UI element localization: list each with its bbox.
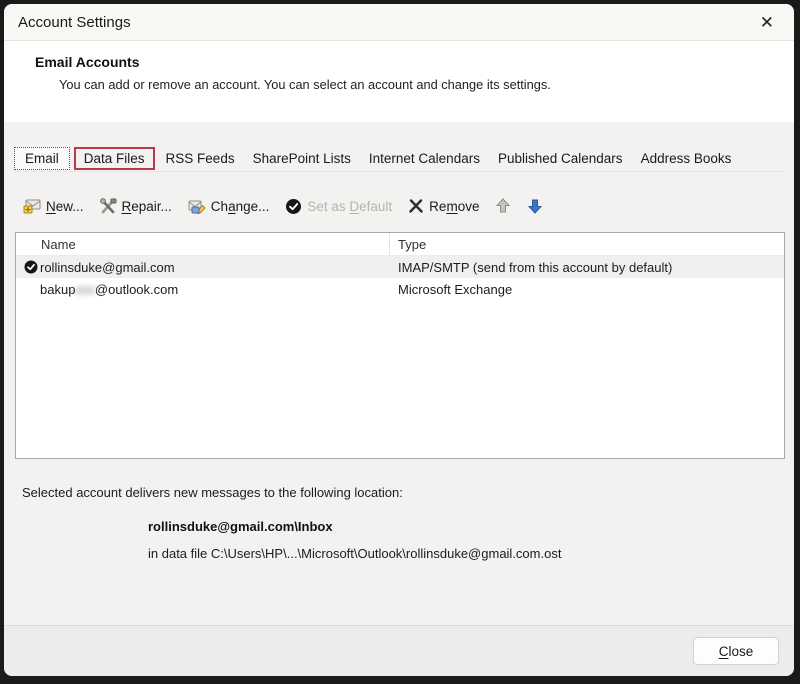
table-row[interactable]: rollinsduke@gmail.com IMAP/SMTP (send fr… [16,256,784,278]
section-title: Email Accounts [35,54,140,70]
default-account-check-icon [22,260,40,274]
dialog-header: Email Accounts You can add or remove an … [4,41,794,122]
account-name: bakupxxx@outlook.com [40,281,179,297]
column-header-type[interactable]: Type [390,233,784,255]
set-as-default-button[interactable]: Set as Default [285,198,392,215]
account-settings-dialog: Account Settings ✕ Email Accounts You ca… [4,4,794,676]
account-type: IMAP/SMTP (send from this account by def… [398,259,673,275]
delivery-location-value: rollinsduke@gmail.com\Inbox [148,519,333,534]
column-header-name[interactable]: Name [16,233,391,255]
remove-button[interactable]: Remove [408,199,479,214]
new-account-icon [23,199,41,214]
table-row[interactable]: bakupxxx@outlook.com Microsoft Exchange [16,278,784,300]
change-button[interactable]: Change... [188,199,269,214]
window-title: Account Settings [18,13,131,31]
accounts-table: Name Type rollinsduke@gmail.com IMAP/SMT… [15,232,785,459]
redacted-text: xxx [75,281,95,297]
repair-button[interactable]: Repair... [99,198,172,214]
tab-published-calendars[interactable]: Published Calendars [489,147,632,170]
repair-icon [99,198,117,214]
set-default-icon [285,198,302,215]
dialog-footer: Close [4,625,794,676]
tab-internet-calendars[interactable]: Internet Calendars [360,147,489,170]
table-header: Name Type [16,233,784,256]
remove-icon [408,199,424,213]
change-icon [188,199,206,214]
data-file-path: in data file C:\Users\HP\...\Microsoft\O… [148,546,562,561]
account-type: Microsoft Exchange [398,281,513,297]
screen: Account Settings ✕ Email Accounts You ca… [0,0,800,684]
tab-strip: Email Data Files RSS Feeds SharePoint Li… [14,147,784,172]
accounts-toolbar: New... Repair... Change... Set as Defaul… [23,193,794,219]
new-button[interactable]: New... [23,199,84,214]
move-up-icon[interactable] [495,198,511,214]
title-bar: Account Settings ✕ [4,4,794,41]
tab-data-files[interactable]: Data Files [73,147,155,170]
tab-email[interactable]: Email [14,147,70,170]
dialog-body: Email Data Files RSS Feeds SharePoint Li… [4,122,794,625]
account-name: rollinsduke@gmail.com [40,259,175,275]
tab-address-books[interactable]: Address Books [632,147,741,170]
delivery-location-label: Selected account delivers new messages t… [22,485,403,500]
close-button[interactable]: Close [693,637,779,665]
close-icon[interactable]: ✕ [756,12,778,33]
move-down-icon[interactable] [527,198,543,214]
tab-sharepoint-lists[interactable]: SharePoint Lists [244,147,360,170]
section-description: You can add or remove an account. You ca… [59,77,551,92]
tab-rss-feeds[interactable]: RSS Feeds [157,147,244,170]
